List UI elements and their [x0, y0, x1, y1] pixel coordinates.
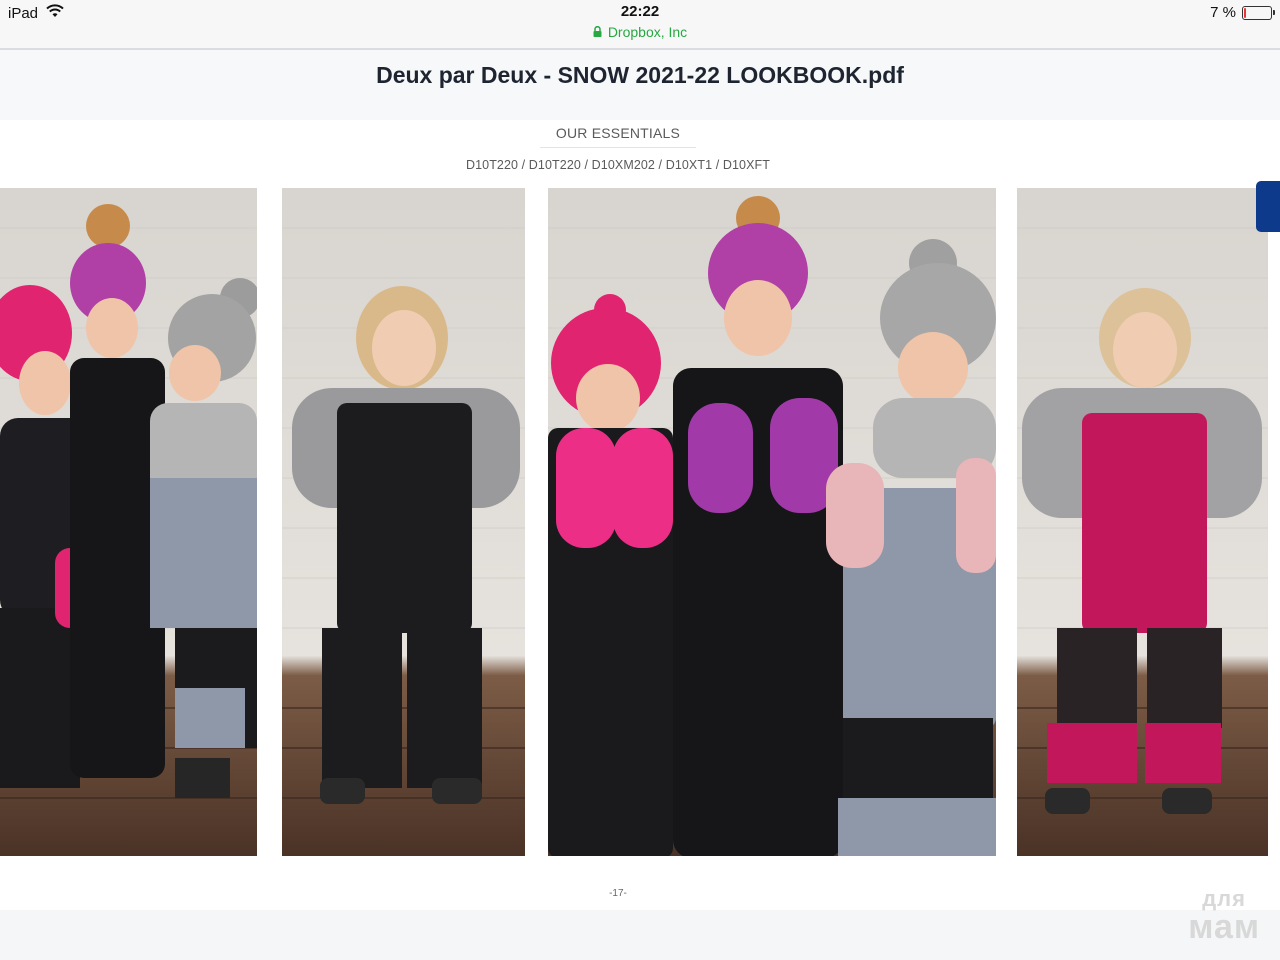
photo-three-girls-left — [0, 188, 257, 856]
product-codes: D10T220 / D10T220 / D10XM202 / D10XT1 / … — [465, 158, 771, 172]
status-right: 7 % — [1210, 4, 1275, 21]
clock: 22:22 — [620, 3, 660, 20]
lock-icon — [593, 24, 602, 40]
battery-percent: 7 % — [1210, 4, 1236, 21]
photo-girl-pink-overalls — [1017, 188, 1268, 856]
document-header: Deux par Deux - SNOW 2021-22 LOOKBOOK.pd… — [0, 50, 1280, 120]
photo-girl-black-overalls — [282, 188, 525, 856]
section-rule — [540, 147, 696, 148]
bottom-toolbar-area — [0, 910, 1280, 960]
document-title: Deux par Deux - SNOW 2021-22 LOOKBOOK.pd… — [376, 62, 904, 88]
photo-three-girls-mittens — [548, 188, 996, 856]
status-center: 22:22 Dropbox, Inc — [0, 3, 1280, 40]
watermark-logo: для мам — [1188, 886, 1260, 946]
battery-icon — [1242, 5, 1275, 20]
side-panel-tab[interactable] — [1256, 181, 1280, 232]
page-number: -17- — [609, 888, 627, 899]
watermark-line2: мам — [1188, 908, 1260, 946]
watermark-line1: для — [1202, 886, 1246, 911]
section-heading: OUR ESSENTIALS — [555, 125, 681, 141]
pdf-page[interactable]: OUR ESSENTIALS D10T220 / D10T220 / D10XM… — [0, 120, 1280, 910]
url-bar[interactable]: Dropbox, Inc — [0, 24, 1280, 40]
url-host: Dropbox, Inc — [607, 24, 688, 40]
status-bar: iPad 22:22 Dropbox, Inc 7 % — [0, 0, 1280, 48]
